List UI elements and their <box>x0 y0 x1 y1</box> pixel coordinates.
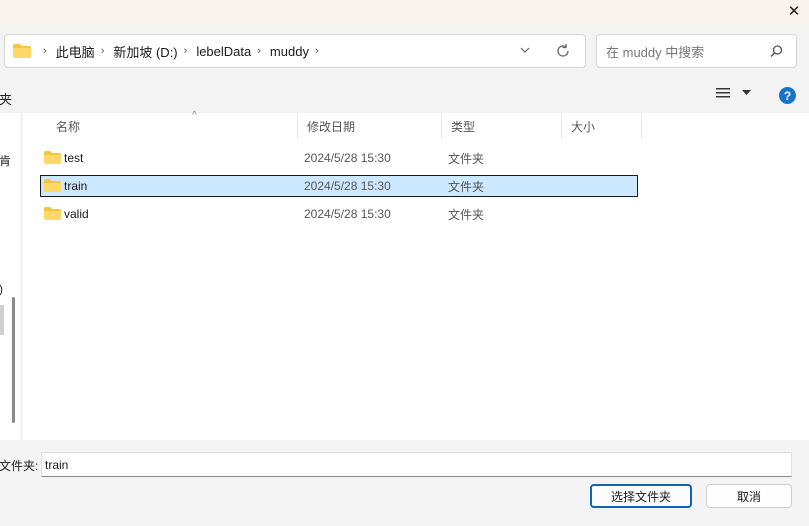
column-header-size[interactable]: 大小 <box>562 113 642 139</box>
chevron-right-icon: › <box>100 45 105 57</box>
chevron-down-icon[interactable] <box>519 44 531 56</box>
nav-item-fragment[interactable]: ) <box>0 282 3 296</box>
chevron-right-icon: › <box>183 45 188 57</box>
file-type: 文件夹 <box>448 179 485 194</box>
breadcrumb-this-pc[interactable]: 此电脑 <box>56 42 95 61</box>
file-date: 2024/5/28 15:30 <box>304 179 391 193</box>
sort-ascending-icon: ^ <box>192 110 197 121</box>
close-button[interactable]: ✕ <box>779 0 809 22</box>
folder-icon <box>44 151 61 164</box>
file-list-pane[interactable]: 名称 ^ 修改日期 类型 大小 test 2024/5/28 15:30 文件夹… <box>23 110 809 440</box>
nav-item-fragment[interactable]: 肯 <box>0 152 11 169</box>
search-icon[interactable] <box>769 44 784 59</box>
file-name: train <box>64 179 88 193</box>
title-bar: ✕ <box>0 0 809 24</box>
help-icon[interactable]: ? <box>779 87 796 104</box>
search-placeholder: 在 muddy 中搜索 <box>606 44 705 60</box>
nav-scrollbar[interactable] <box>12 297 15 423</box>
folder-icon <box>13 44 31 58</box>
breadcrumb-drive-d[interactable]: 新加坡 (D:) <box>113 42 177 61</box>
refresh-icon[interactable] <box>555 43 571 59</box>
column-header-date[interactable]: 修改日期 <box>298 113 442 139</box>
folder-field-label: 文件夹: <box>0 459 39 473</box>
search-field[interactable]: 在 muddy 中搜索 <box>596 34 797 68</box>
file-type: 文件夹 <box>448 207 485 222</box>
cancel-button[interactable]: 取消 <box>706 484 792 508</box>
folder-name-input[interactable]: train <box>41 452 792 477</box>
chevron-right-icon: › <box>257 45 261 57</box>
breadcrumb-muddy[interactable]: muddy <box>270 44 309 59</box>
folder-name-value: train <box>45 457 69 472</box>
chevron-right-icon: › <box>314 45 319 57</box>
column-header-type[interactable]: 类型 <box>442 113 562 139</box>
close-icon: ✕ <box>787 3 801 20</box>
breadcrumb-lebeldata[interactable]: lebelData <box>196 44 251 59</box>
folder-icon <box>44 207 61 220</box>
file-name: test <box>64 151 84 165</box>
list-view-icon <box>716 88 730 98</box>
file-name: valid <box>64 207 89 221</box>
toolbar-new-folder-label[interactable]: 夹 <box>0 89 12 108</box>
select-folder-button[interactable]: 选择文件夹 <box>590 484 692 508</box>
file-row-train[interactable]: train 2024/5/28 15:30 文件夹 <box>40 175 638 197</box>
view-options-button[interactable] <box>716 87 751 99</box>
address-bar[interactable]: › 此电脑 › 新加坡 (D:) › lebelData › muddy › <box>4 34 586 68</box>
column-header-name[interactable]: 名称 ^ <box>47 110 298 139</box>
file-row-valid[interactable]: valid 2024/5/28 15:30 文件夹 <box>40 203 638 225</box>
nav-selected-indicator <box>0 305 4 335</box>
file-type: 文件夹 <box>448 151 485 166</box>
file-date: 2024/5/28 15:30 <box>304 151 391 165</box>
folder-icon <box>44 179 61 192</box>
file-row-test[interactable]: test 2024/5/28 15:30 文件夹 <box>40 147 638 169</box>
file-date: 2024/5/28 15:30 <box>304 207 391 221</box>
chevron-right-icon: › <box>43 45 47 57</box>
caret-down-icon <box>742 90 751 95</box>
